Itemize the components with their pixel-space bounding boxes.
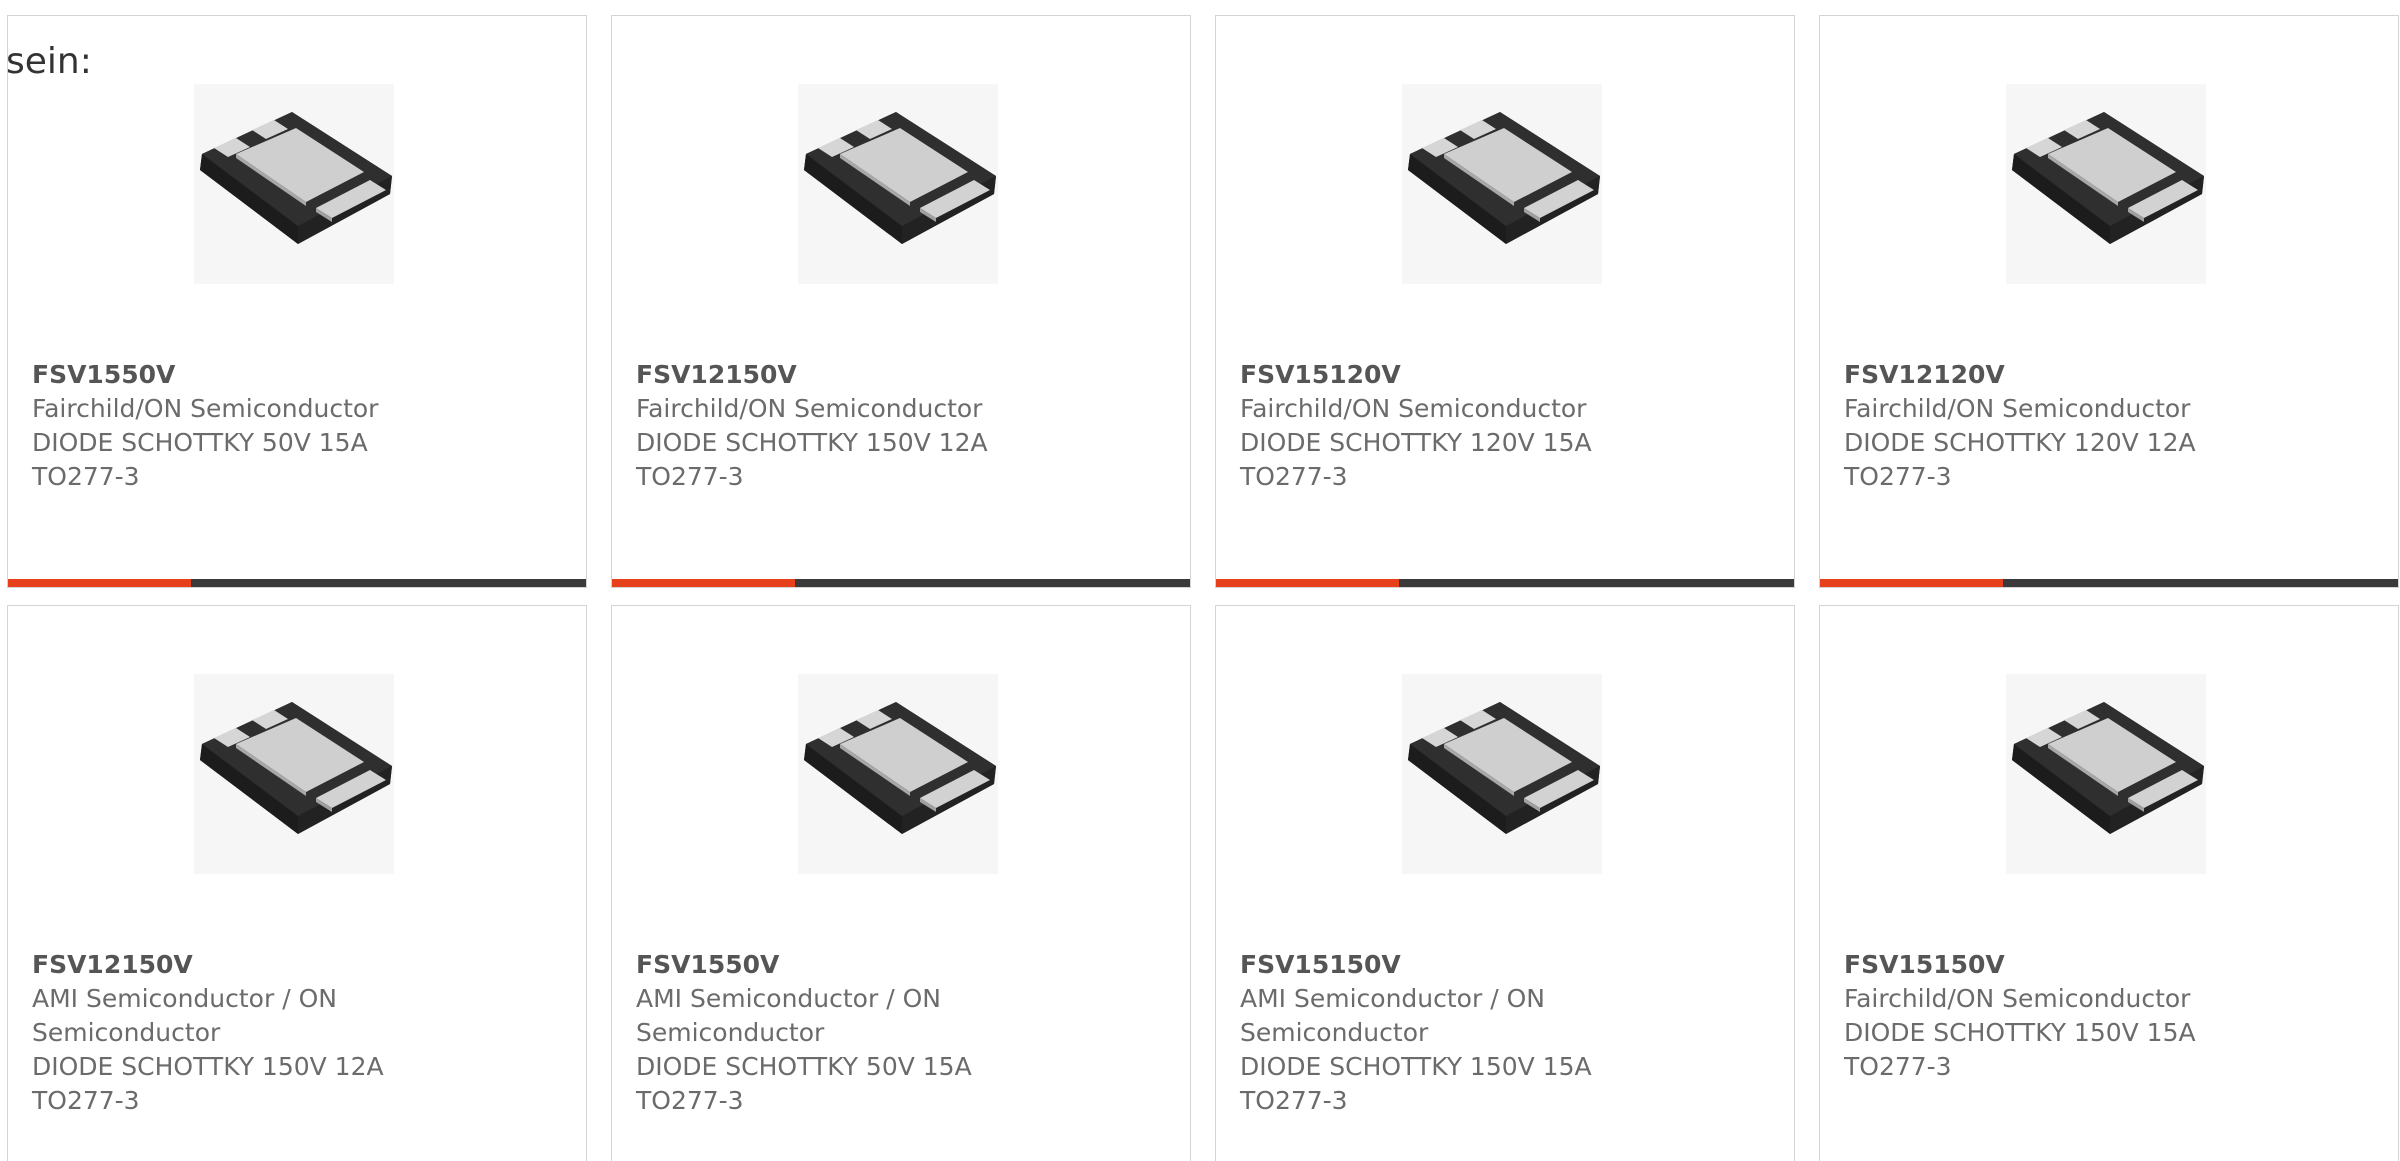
product-info: FSV12150V AMI Semiconductor / ON Semicon… xyxy=(32,948,562,1118)
schottky-diode-to277-package-icon[interactable] xyxy=(1402,84,1602,284)
product-info: FSV1550V AMI Semiconductor / ON Semicond… xyxy=(636,948,1166,1118)
part-number-link[interactable]: FSV12150V xyxy=(636,358,1166,392)
product-card[interactable]: FSV15150V Fairchild/ON Semiconductor DIO… xyxy=(1819,605,2399,1161)
product-info: FSV15150V Fairchild/ON Semiconductor DIO… xyxy=(1844,948,2374,1084)
manufacturer: Fairchild/ON Semiconductor xyxy=(1844,394,2191,423)
card-accent-bar xyxy=(1216,579,1794,587)
description: DIODE SCHOTTKY 120V 15A xyxy=(1240,428,1592,457)
manufacturer: Fairchild/ON Semiconductor xyxy=(1844,984,2191,1013)
card-accent-bar-fill xyxy=(1216,579,1399,587)
card-accent-bar-fill xyxy=(8,579,191,587)
product-card[interactable]: FSV12150V AMI Semiconductor / ON Semicon… xyxy=(7,605,587,1161)
manufacturer: AMI Semiconductor / ON Semiconductor xyxy=(636,984,941,1047)
manufacturer: Fairchild/ON Semiconductor xyxy=(1240,394,1587,423)
product-card[interactable]: FSV1550V Fairchild/ON Semiconductor DIOD… xyxy=(7,15,587,588)
part-number-link[interactable]: FSV15120V xyxy=(1240,358,1770,392)
card-accent-bar xyxy=(612,579,1190,587)
package: TO277-3 xyxy=(32,462,140,491)
description: DIODE SCHOTTKY 150V 15A xyxy=(1844,1018,2196,1047)
description: DIODE SCHOTTKY 50V 15A xyxy=(636,1052,972,1081)
schottky-diode-to277-package-icon[interactable] xyxy=(194,84,394,284)
product-card[interactable]: FSV12120V Fairchild/ON Semiconductor DIO… xyxy=(1819,15,2399,588)
manufacturer: AMI Semiconductor / ON Semiconductor xyxy=(32,984,337,1047)
product-info: FSV15150V AMI Semiconductor / ON Semicon… xyxy=(1240,948,1770,1118)
product-info: FSV12150V Fairchild/ON Semiconductor DIO… xyxy=(636,358,1166,494)
product-listing: sein: FSV1550V Fairchild/ON Semiconducto… xyxy=(0,0,2400,1161)
product-info: FSV1550V Fairchild/ON Semiconductor DIOD… xyxy=(32,358,562,494)
part-number-link[interactable]: FSV15150V xyxy=(1844,948,2374,982)
schottky-diode-to277-package-icon[interactable] xyxy=(2006,84,2206,284)
package: TO277-3 xyxy=(1844,462,1952,491)
manufacturer: Fairchild/ON Semiconductor xyxy=(32,394,379,423)
description: DIODE SCHOTTKY 150V 12A xyxy=(32,1052,384,1081)
product-card[interactable]: FSV15150V AMI Semiconductor / ON Semicon… xyxy=(1215,605,1795,1161)
schottky-diode-to277-package-icon[interactable] xyxy=(194,674,394,874)
product-card[interactable]: FSV12150V Fairchild/ON Semiconductor DIO… xyxy=(611,15,1191,588)
card-accent-bar-fill xyxy=(1820,579,2003,587)
part-number-link[interactable]: FSV15150V xyxy=(1240,948,1770,982)
product-grid: FSV1550V Fairchild/ON Semiconductor DIOD… xyxy=(7,15,2399,1161)
schottky-diode-to277-package-icon[interactable] xyxy=(1402,674,1602,874)
product-card[interactable]: FSV1550V AMI Semiconductor / ON Semicond… xyxy=(611,605,1191,1161)
card-accent-bar xyxy=(8,579,586,587)
package: TO277-3 xyxy=(1240,1086,1348,1115)
description: DIODE SCHOTTKY 150V 15A xyxy=(1240,1052,1592,1081)
description: DIODE SCHOTTKY 50V 15A xyxy=(32,428,368,457)
package: TO277-3 xyxy=(1844,1052,1952,1081)
package: TO277-3 xyxy=(636,1086,744,1115)
package: TO277-3 xyxy=(636,462,744,491)
schottky-diode-to277-package-icon[interactable] xyxy=(798,674,998,874)
manufacturer: Fairchild/ON Semiconductor xyxy=(636,394,983,423)
description: DIODE SCHOTTKY 150V 12A xyxy=(636,428,988,457)
package: TO277-3 xyxy=(32,1086,140,1115)
package: TO277-3 xyxy=(1240,462,1348,491)
part-number-link[interactable]: FSV1550V xyxy=(636,948,1166,982)
part-number-link[interactable]: FSV12120V xyxy=(1844,358,2374,392)
product-info: FSV15120V Fairchild/ON Semiconductor DIO… xyxy=(1240,358,1770,494)
product-info: FSV12120V Fairchild/ON Semiconductor DIO… xyxy=(1844,358,2374,494)
intro-text: sein: xyxy=(6,41,92,82)
manufacturer: AMI Semiconductor / ON Semiconductor xyxy=(1240,984,1545,1047)
card-accent-bar-fill xyxy=(612,579,795,587)
card-accent-bar xyxy=(1820,579,2398,587)
part-number-link[interactable]: FSV1550V xyxy=(32,358,562,392)
part-number-link[interactable]: FSV12150V xyxy=(32,948,562,982)
schottky-diode-to277-package-icon[interactable] xyxy=(2006,674,2206,874)
schottky-diode-to277-package-icon[interactable] xyxy=(798,84,998,284)
description: DIODE SCHOTTKY 120V 12A xyxy=(1844,428,2196,457)
product-card[interactable]: FSV15120V Fairchild/ON Semiconductor DIO… xyxy=(1215,15,1795,588)
